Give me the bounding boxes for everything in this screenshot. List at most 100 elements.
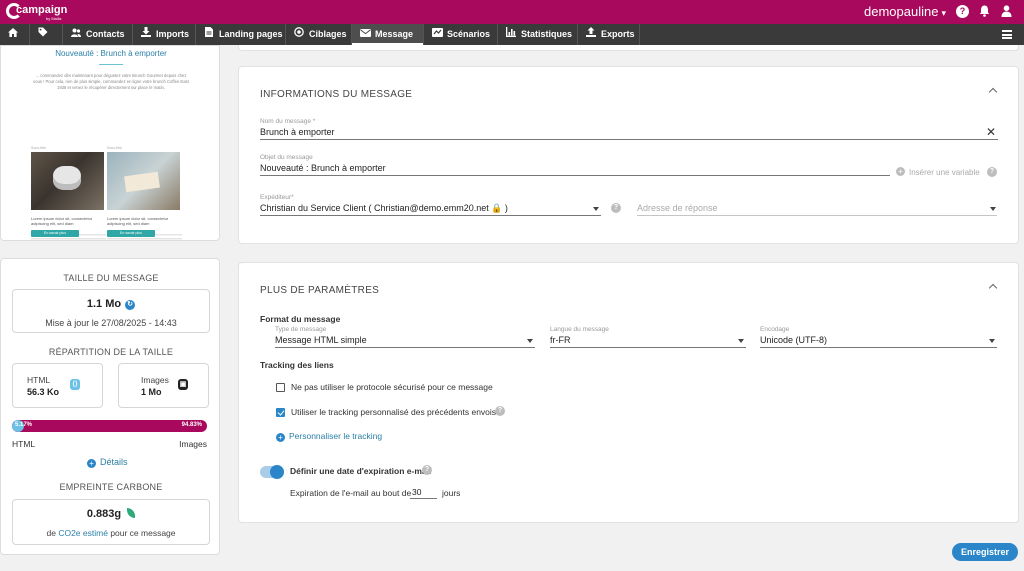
message-preview[interactable]: Nouveauté : Brunch à emporter ... comman… [0,45,220,241]
legend-images: Images [179,439,207,449]
preview-title: Nouveauté : Brunch à emporter [55,49,167,58]
carbon-text: de CO2e estimé pour ce message [13,528,209,538]
user-menu[interactable]: demopauline ▾ [864,4,946,19]
preview-caption: Sous-titre [107,146,122,150]
chevron-up-icon[interactable] [988,283,998,293]
personalize-tracking-label: Personnaliser le tracking [289,431,383,441]
message-size-card: TAILLE DU MESSAGE 1.1 Mo ↻ Mise à jour le… [0,258,220,555]
nav-label: Contacts [86,29,125,39]
type-select-underline [275,347,535,348]
tag-icon [38,24,48,45]
help-icon[interactable]: ? [422,465,432,475]
contacts-icon [71,24,81,45]
nav-scenarios[interactable]: Scénarios [424,24,498,45]
caret-down-icon[interactable] [990,207,996,211]
app-logo[interactable]: campaign by Mailiz [6,3,76,22]
language-value[interactable]: fr-FR [550,335,571,345]
help-icon[interactable]: ? [956,5,969,18]
html-label: HTML [27,375,51,385]
encoding-select-underline [760,347,997,348]
preview-heading: Lorem ipsum dolor sit, consectetur adipi… [31,216,93,226]
nav-label: Exports [601,29,635,39]
reply-address-placeholder[interactable]: Adresse de réponse [637,203,718,213]
preview-divider [99,64,123,65]
caret-down-icon[interactable] [989,339,995,343]
nav-label: Imports [156,29,190,39]
home-icon [8,24,18,45]
details-link[interactable]: + Détails [87,457,128,468]
plus-circle-icon: + [276,433,285,442]
expiry-suffix: jours [442,488,461,498]
expiry-prefix: Expiration de l'e-mail au bout de [290,488,412,498]
carbon-value-row: 0.883g [13,508,209,520]
type-value[interactable]: Message HTML simple [275,335,367,345]
expiry-toggle-label: Définir une date d'expiration e-mail [290,466,432,476]
html-code-icon: ⟨⟩ [70,379,80,390]
expiry-days-input[interactable]: 30 [410,487,437,499]
nav-contacts[interactable]: Contacts [63,24,133,45]
envelope-icon [360,24,371,45]
secure-protocol-checkbox[interactable] [276,383,285,392]
size-title: TAILLE DU MESSAGE [63,273,159,283]
hamburger-menu-icon[interactable] [1002,30,1012,39]
type-label: Type de message [275,326,327,333]
format-title: Format du message [260,314,341,324]
plus-circle-icon: + [87,459,96,468]
custom-tracking-label: Utiliser le tracking personnalisé des pr… [291,407,497,417]
user-icon[interactable] [1000,5,1013,18]
nav-message[interactable]: Message [352,24,424,45]
caret-down-icon[interactable] [738,339,744,343]
sender-value[interactable]: Christian du Service Client ( Christian@… [260,203,508,214]
total-size-value: 1.1 Mo [86,298,122,310]
chevron-up-icon[interactable] [988,87,998,97]
legend-html: HTML [12,439,36,449]
caret-down-icon[interactable] [527,339,533,343]
help-icon[interactable]: ? [611,203,621,213]
name-input-underline [260,139,998,140]
html-value: 56.3 Ko [27,387,60,397]
nav-statistiques[interactable]: Statistiques [498,24,578,45]
help-icon[interactable]: ? [987,167,997,177]
nav-label: Scénarios [447,29,491,39]
expiry-toggle[interactable] [260,465,284,479]
nav-label: Message [375,29,414,39]
bell-icon[interactable] [978,5,991,18]
plus-circle-icon: + [896,167,905,176]
preview-image-coffee [31,152,104,210]
name-value[interactable]: Brunch à emporter [260,127,335,137]
language-label: Langue du message [550,326,609,333]
subject-label: Objet du message [260,154,313,161]
encoding-value[interactable]: Unicode (UTF-8) [760,335,827,345]
preview-caption: Sous-titre [31,146,46,150]
subject-input-underline [260,175,890,176]
clear-icon[interactable]: ✕ [986,126,996,138]
nav-imports[interactable]: Imports [133,24,196,45]
export-icon [586,24,596,45]
user-name: demopauline [864,4,939,19]
nav-tags[interactable] [30,24,63,45]
subject-value[interactable]: Nouveauté : Brunch à emporter [260,163,386,173]
images-percent: 94.83% [181,422,202,428]
images-label: Images [141,375,169,385]
carbon-value: 0.883g [86,508,122,520]
nav-exports[interactable]: Exports [578,24,640,45]
preview-button: En savoir plus [31,230,79,237]
message-info-panel: INFORMATIONS DU MESSAGE Nom du message *… [238,66,1019,244]
nav-landing-pages[interactable]: Landing pages [196,24,286,45]
save-button[interactable]: Enregistrer [952,543,1018,561]
scenario-icon [432,24,443,45]
nav-ciblages[interactable]: Ciblages [286,24,352,45]
refresh-icon[interactable]: ↻ [125,300,136,310]
caret-down-icon[interactable] [593,207,599,211]
nav-home[interactable] [0,24,30,45]
co2-link[interactable]: CO2e estimé [58,528,108,538]
carbon-title: EMPREINTE CARBONE [59,482,163,492]
insert-variable-link[interactable]: Insérer une variable [909,168,980,177]
more-params-title: PLUS DE PARAMÈTRES [260,285,380,296]
html-percent: 5.17% [15,422,33,428]
custom-tracking-checkbox[interactable] [276,408,285,417]
sender-label: Expéditeur* [260,194,294,201]
personalize-tracking-link[interactable]: + Personnaliser le tracking [276,431,382,442]
help-icon[interactable]: ? [495,406,505,416]
top-bar: campaign by Mailiz demopauline ▾ ? [0,0,1024,24]
